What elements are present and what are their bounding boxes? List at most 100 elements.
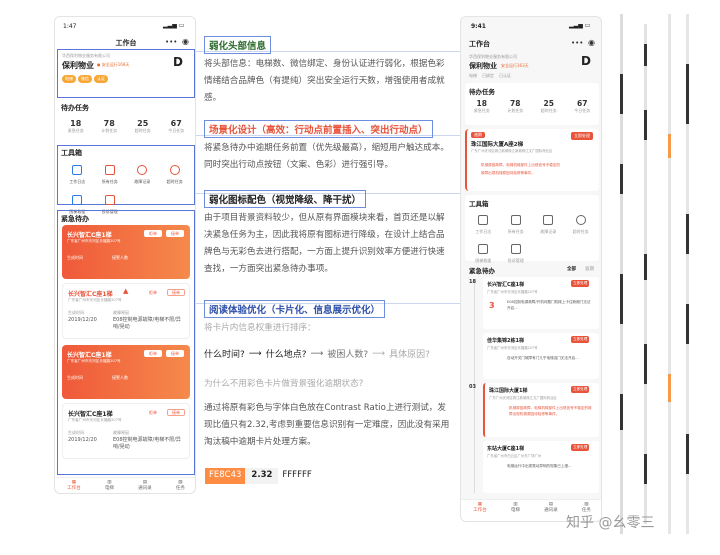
tool-worklog[interactable]: 工作日志	[467, 210, 500, 235]
accept-button[interactable]: 接单	[166, 230, 184, 237]
tool-all[interactable]: 所有任务	[94, 160, 127, 185]
overdue-text-1: 机械原因故障，电梯机械部件上出现信号不稳定的	[481, 163, 561, 167]
nav-contacts[interactable]: ▤ 通讯录	[138, 480, 152, 491]
company-name: 保利物业	[62, 61, 94, 70]
timeline-card-1[interactable]: 长兴智汇C座1梯 广东省广州市天河区长福路207号 立即处理 3 E08控制电源…	[483, 277, 599, 329]
tool-overtime[interactable]: 超时任务	[159, 160, 192, 185]
urgent-card-3[interactable]: 长兴智汇C座1梯 广东省广州市天河区长福路207号 拒单 接单 生成时间 接警人…	[62, 345, 190, 399]
stat-overtime[interactable]: 25 超时任务	[135, 119, 151, 134]
card-name: 东站大厦C座1梯	[487, 446, 525, 452]
more-icon[interactable]: •••	[165, 38, 177, 46]
timeline-card-3[interactable]: 珠江国际大厦1梯 广东广州天河区珠江新城珠江文广国际商业区 立即处理 机械原因故…	[483, 383, 599, 437]
overdue-text-2: 故障出现机械原因待检修等事件。	[481, 171, 535, 175]
target-icon[interactable]: ◉	[588, 38, 595, 47]
status-icons: ▂▃▅ ▭	[163, 22, 185, 29]
urgent-card-1[interactable]: 长兴智汇C座1梯 广东省广州市天河区长福路207号 拒单 接单 生成时间 接警人…	[62, 225, 190, 279]
stat-overtime[interactable]: 25 超时任务	[541, 99, 557, 114]
card-name: 长兴智汇C座1梯	[487, 282, 525, 288]
nav-contacts[interactable]: ▤ 通讯录	[544, 502, 558, 521]
reject-button[interactable]: 拒单	[149, 410, 157, 416]
safe-days-badge: ● 安全运行168天	[97, 62, 130, 67]
elevator-icon: ▥	[513, 502, 518, 507]
card-addr: 广东省广州市天河区长福路207号	[67, 239, 121, 243]
s1-text: 将头部信息：电梯数、微信绑定、身份认证进行弱化，根据色彩情绪结合品牌色（有提纯）…	[204, 59, 445, 103]
rescue-icon	[478, 244, 489, 254]
reject-button[interactable]: 拒单	[149, 290, 157, 296]
flow-row: 什么时间? ⟶ 什么地点? ⟶ 被困人数? ⟶ 具体原因?	[204, 347, 430, 361]
stat-plan[interactable]: 78 计划任务	[101, 119, 117, 134]
card-name: 长兴智汇C座1梯	[68, 291, 113, 298]
tool-worklog[interactable]: 工作日志	[61, 160, 94, 185]
tool-overtime[interactable]: 超时任务	[565, 210, 598, 235]
stat-today[interactable]: 67 今日任务	[574, 99, 590, 114]
left-phone: 1:47 ▂▃▅ ▭ 工作台 ••• ◉ 华西保利物业服务有限公司 保利物业 ●…	[54, 16, 196, 494]
tools-grid: 工作日志 所有任务 故障记录 超时任务 困梯救援 投诉管理	[61, 160, 191, 215]
more-icon[interactable]: •••	[571, 39, 583, 47]
tab-overdue[interactable]: 逾期	[585, 266, 594, 272]
tab-all[interactable]: 全部	[567, 266, 576, 272]
overdue-card[interactable]: 逾期 珠江国际大厦A座2梯 广东广州天河区珠江新城珠江新城珠江文广国际商业区 立…	[465, 129, 599, 191]
urgent-card-4[interactable]: 长兴智汇C座1梯 广东省广州市天河区长福路207号 拒单 接单 生成时间 故障原…	[62, 403, 190, 459]
todo-title: 待办任务	[61, 104, 89, 112]
card-text: 机械原因故障，电梯机械部件上出现信号不稳定的故障出现机械原因待检修等事件。	[509, 406, 592, 416]
stat-urgent[interactable]: 18 紧急任务	[68, 119, 84, 134]
tool-rescue[interactable]: 困梯救援	[467, 239, 500, 264]
tool-fault[interactable]: 故障记录	[532, 210, 565, 235]
card-name: 长兴智汇C座1梯	[67, 352, 112, 359]
tag-elevator: 电梯	[469, 73, 477, 78]
overdue-name: 珠江国际大厦A座2梯	[471, 142, 524, 148]
s2-text: 将紧急待办中逾期任务前置（优先级最高），缩短用户触达成本。同时突出行动点按钮（文…	[204, 143, 449, 170]
overdue-badge: 逾期	[471, 132, 485, 138]
card-addr: 广东省广州市白云区广州东广场广州	[487, 454, 542, 458]
nav-elevator[interactable]: ▥ 电梯	[511, 502, 520, 521]
nav-elevator[interactable]: ▥ 电梯	[105, 480, 114, 491]
tool-complaint[interactable]: 投诉管理	[500, 239, 533, 264]
handle-now-button[interactable]: 立即处理	[571, 132, 593, 140]
reject-button[interactable]: 拒单	[144, 350, 162, 357]
urgent-card-2[interactable]: 长兴智汇C座1梯 ▲ 广东省广州市天河区长福路207号 拒单 接单 生成时间 故…	[62, 283, 190, 339]
page-title: 工作台	[469, 40, 490, 48]
tool-all[interactable]: 所有任务	[500, 210, 533, 235]
card-name: 长兴智汇C座1梯	[67, 232, 112, 239]
target-icon[interactable]: ◉	[182, 37, 189, 46]
company-sub: 华西保利物业服务有限公司	[62, 53, 110, 58]
status-time: 9:41	[471, 23, 486, 30]
card-addr: 广东省广州市天河区长福路207号	[68, 418, 122, 422]
nav-workbench[interactable]: ▦ 工作台	[473, 502, 487, 521]
home-icon: ▦	[71, 480, 76, 485]
stat-today[interactable]: 67 今日任务	[168, 119, 184, 134]
card-addr: 广东省广州市天河区长福路207号	[487, 290, 538, 294]
complaint-icon	[510, 244, 521, 254]
tag-auth: 已认证	[499, 73, 511, 78]
color-orange-swatch: FE8C43	[205, 468, 246, 484]
nav-tasks[interactable]: ▧ 任务	[176, 480, 185, 491]
tool-fault[interactable]: 故障记录	[126, 160, 159, 185]
card-addr: 广东省广州市天河区长福路207号	[487, 346, 538, 350]
card-col2: 故障原因	[113, 430, 129, 435]
safe-days: 安全运行163天	[501, 63, 529, 68]
contacts-icon: ▤	[548, 502, 553, 507]
reject-button[interactable]: 拒单	[144, 230, 162, 237]
accept-button[interactable]: 接单	[167, 409, 185, 416]
card-col2: 接警人数	[112, 375, 128, 380]
clock-icon	[169, 165, 180, 175]
logo: D	[173, 55, 183, 69]
tasks-icon: ▧	[178, 480, 183, 485]
handle-now-button[interactable]: 立即处理	[571, 386, 590, 393]
handle-now-button[interactable]: 立即处理	[571, 336, 590, 343]
handle-now-button[interactable]: 立即处理	[571, 280, 590, 287]
accept-button[interactable]: 接单	[167, 289, 185, 296]
timeline-card-2[interactable]: 佳华集锦2栋1梯 广东省广州市天河区长福路207号 立即处理 自动开关门故障有门…	[483, 333, 599, 379]
card-v1: 2019/12/20	[68, 437, 97, 443]
timeline-card-4[interactable]: 东站大厦C座1梯 广东省广州市白云区广州东广场广州 立即处理 电梯运行中出现晃动…	[483, 441, 599, 493]
accept-button[interactable]: 接单	[166, 350, 184, 357]
handle-now-button[interactable]: 立即处理	[571, 444, 590, 451]
stat-plan[interactable]: 78 计划任务	[507, 99, 523, 114]
overdue-addr: 广东广州天河区珠江新城珠江新城珠江文广国际商业区	[471, 149, 553, 153]
nav-workbench[interactable]: ▦ 工作台	[67, 480, 81, 491]
worklog-icon	[478, 215, 489, 225]
company-name: 保利物业	[469, 62, 497, 70]
tag-auth: 认证	[94, 75, 108, 83]
stat-urgent[interactable]: 18 紧急任务	[474, 99, 490, 114]
status-icons: ▂▃▅ ▭	[569, 22, 591, 29]
